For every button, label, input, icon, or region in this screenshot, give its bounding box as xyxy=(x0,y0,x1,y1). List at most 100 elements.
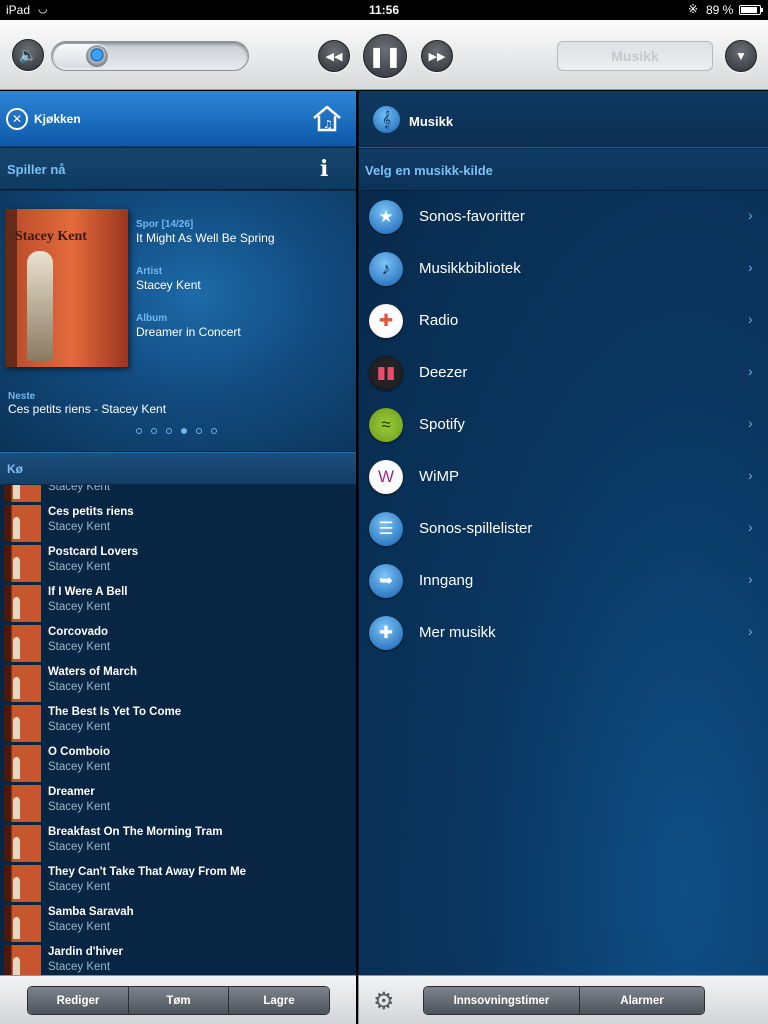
queue-track-title: Corcovado xyxy=(48,626,109,638)
queue-header: Kø xyxy=(0,452,356,484)
queue-row[interactable]: Waters of March Stacey Kent xyxy=(0,663,356,703)
queue-thumbnail xyxy=(4,545,41,582)
deezer-icon: ▮▮ xyxy=(369,356,403,390)
source-label: Radio xyxy=(419,312,459,329)
source-row-spotify[interactable]: ≈ Spotify › xyxy=(359,399,768,451)
queue-thumbnail xyxy=(4,505,41,542)
next-track: Ces petits riens - Stacey Kent xyxy=(8,402,167,416)
page-dot[interactable] xyxy=(166,428,172,434)
music-note-icon: ♪ xyxy=(369,252,403,286)
queue-row[interactable]: The Best Is Yet To Come Stacey Kent xyxy=(0,703,356,743)
page-dot[interactable] xyxy=(136,428,142,434)
chevron-right-icon: › xyxy=(748,207,753,223)
next-label: Neste xyxy=(8,391,36,402)
source-label: WiMP xyxy=(419,468,459,485)
clear-button[interactable]: Tøm xyxy=(129,987,229,1014)
source-row-sonos-favoritter[interactable]: ★ Sonos-favoritter › xyxy=(359,191,768,243)
source-label: Sonos-favoritter xyxy=(419,208,525,225)
queue-row[interactable]: Breakfast On The Morning Tram Stacey Kent xyxy=(0,823,356,863)
bluetooth-icon: ※ xyxy=(688,2,699,16)
page-dot[interactable] xyxy=(151,428,157,434)
volume-slider[interactable] xyxy=(51,41,249,71)
queue-row[interactable]: Samba Saravah Stacey Kent xyxy=(0,903,356,943)
queue-artist: Stacey Kent xyxy=(48,841,111,853)
queue-artist: Stacey Kent xyxy=(48,681,111,693)
artist-name: Stacey Kent xyxy=(136,278,201,292)
clock: 11:56 xyxy=(368,3,400,17)
source-label: Sonos-spillelister xyxy=(419,520,533,537)
info-icon[interactable]: i xyxy=(320,156,328,182)
room-header[interactable]: ✕ Kjøkken ♫ xyxy=(0,91,356,147)
room-title: Kjøkken xyxy=(34,112,81,126)
queue-track-title: If I Were A Bell xyxy=(48,586,128,598)
now-playing-body: Stacey Kent Spor [14/26] It Might As Wel… xyxy=(0,191,356,451)
queue-artist: Stacey Kent xyxy=(48,485,111,493)
volume-slider-thumb[interactable] xyxy=(86,45,108,67)
queue-artist: Stacey Kent xyxy=(48,721,111,733)
source-row-mer-musikk[interactable]: ✚ Mer musikk › xyxy=(359,607,768,659)
queue-row[interactable]: Jardin d'hiver Stacey Kent xyxy=(0,943,356,975)
album-art-text: Stacey Kent xyxy=(15,229,87,244)
queue-thumbnail xyxy=(4,585,41,622)
queue-thumbnail xyxy=(4,485,41,502)
source-row-inngang[interactable]: ➥ Inngang › xyxy=(359,555,768,607)
queue-row[interactable]: Dreamer Stacey Kent xyxy=(0,783,356,823)
page-indicator[interactable] xyxy=(136,428,217,434)
save-button[interactable]: Lagre xyxy=(229,987,329,1014)
next-track-button[interactable]: ▶▶ xyxy=(421,40,453,72)
source-row-sonos-spillelister[interactable]: ☰ Sonos-spillelister › xyxy=(359,503,768,555)
queue-row-partial[interactable]: Stacey Kent xyxy=(0,485,356,503)
source-row-deezer[interactable]: ▮▮ Deezer › xyxy=(359,347,768,399)
source-subheader: Velg en musikk-kilde xyxy=(359,149,768,191)
queue-row[interactable]: O Comboio Stacey Kent xyxy=(0,743,356,783)
svg-text:♫: ♫ xyxy=(323,118,333,131)
queue-row[interactable]: Ces petits riens Stacey Kent xyxy=(0,503,356,543)
source-row-musikkbibliotek[interactable]: ♪ Musikkbibliotek › xyxy=(359,243,768,295)
wimp-icon: W xyxy=(369,460,403,494)
source-row-wimp[interactable]: W WiMP › xyxy=(359,451,768,503)
volume-icon[interactable]: 🔈 xyxy=(12,39,44,71)
previous-track-button[interactable]: ◀◀ xyxy=(318,40,350,72)
queue-track-title: They Can't Take That Away From Me xyxy=(48,866,247,878)
page-dot[interactable] xyxy=(181,428,187,434)
queue-thumbnail xyxy=(4,865,41,902)
transport-bar: 🔈 ◀◀ ❚❚ ▶▶ Musikk ▼ xyxy=(0,20,768,90)
edit-button[interactable]: Rediger xyxy=(28,987,129,1014)
music-source-button[interactable]: Musikk xyxy=(557,41,713,71)
timer-actions: Innsovningstimer Alarmer xyxy=(423,986,705,1015)
queue-track-title: Ces petits riens xyxy=(48,506,134,518)
chevron-right-icon: › xyxy=(748,623,753,639)
kitchen-utensils-icon: ✕ xyxy=(6,108,28,130)
artist-label: Artist xyxy=(136,266,163,277)
alarms-button[interactable]: Alarmer xyxy=(580,987,704,1014)
dropdown-chevron-icon[interactable]: ▼ xyxy=(725,40,757,72)
queue-artist: Stacey Kent xyxy=(48,601,111,613)
chevron-right-icon: › xyxy=(748,259,753,275)
page-dot[interactable] xyxy=(196,428,202,434)
source-label: Mer musikk xyxy=(419,624,496,641)
status-bar: iPad ◡ 11:56 ※ 89 % xyxy=(0,0,768,20)
queue-track-title: The Best Is Yet To Come xyxy=(48,706,182,718)
pause-button[interactable]: ❚❚ xyxy=(363,34,407,78)
now-playing-title: Spiller nå xyxy=(7,162,66,177)
queue-track-title: Dreamer xyxy=(48,786,95,798)
queue-row[interactable]: Corcovado Stacey Kent xyxy=(0,623,356,663)
queue-row[interactable]: If I Were A Bell Stacey Kent xyxy=(0,583,356,623)
queue-list[interactable]: Stacey Kent Ces petits riens Stacey Kent P… xyxy=(0,485,356,975)
queue-row[interactable]: They Can't Take That Away From Me Stacey … xyxy=(0,863,356,903)
source-row-radio[interactable]: ✚ Radio › xyxy=(359,295,768,347)
queue-toolbar: Rediger Tøm Lagre xyxy=(0,975,356,1024)
page-dot[interactable] xyxy=(211,428,217,434)
queue-title: Kø xyxy=(7,462,23,476)
plus-icon: ✚ xyxy=(369,616,403,650)
gear-icon[interactable]: ⚙ xyxy=(373,987,395,1016)
queue-thumbnail xyxy=(4,745,41,782)
home-icon[interactable]: ♫ xyxy=(311,103,343,133)
sleep-timer-button[interactable]: Innsovningstimer xyxy=(424,987,580,1014)
queue-track-title: Breakfast On The Morning Tram xyxy=(48,826,223,838)
album-art[interactable]: Stacey Kent xyxy=(5,209,128,367)
source-label: Deezer xyxy=(419,364,468,381)
chevron-right-icon: › xyxy=(748,363,753,379)
queue-track-title: Jardin d'hiver xyxy=(48,946,123,958)
queue-row[interactable]: Postcard Lovers Stacey Kent xyxy=(0,543,356,583)
